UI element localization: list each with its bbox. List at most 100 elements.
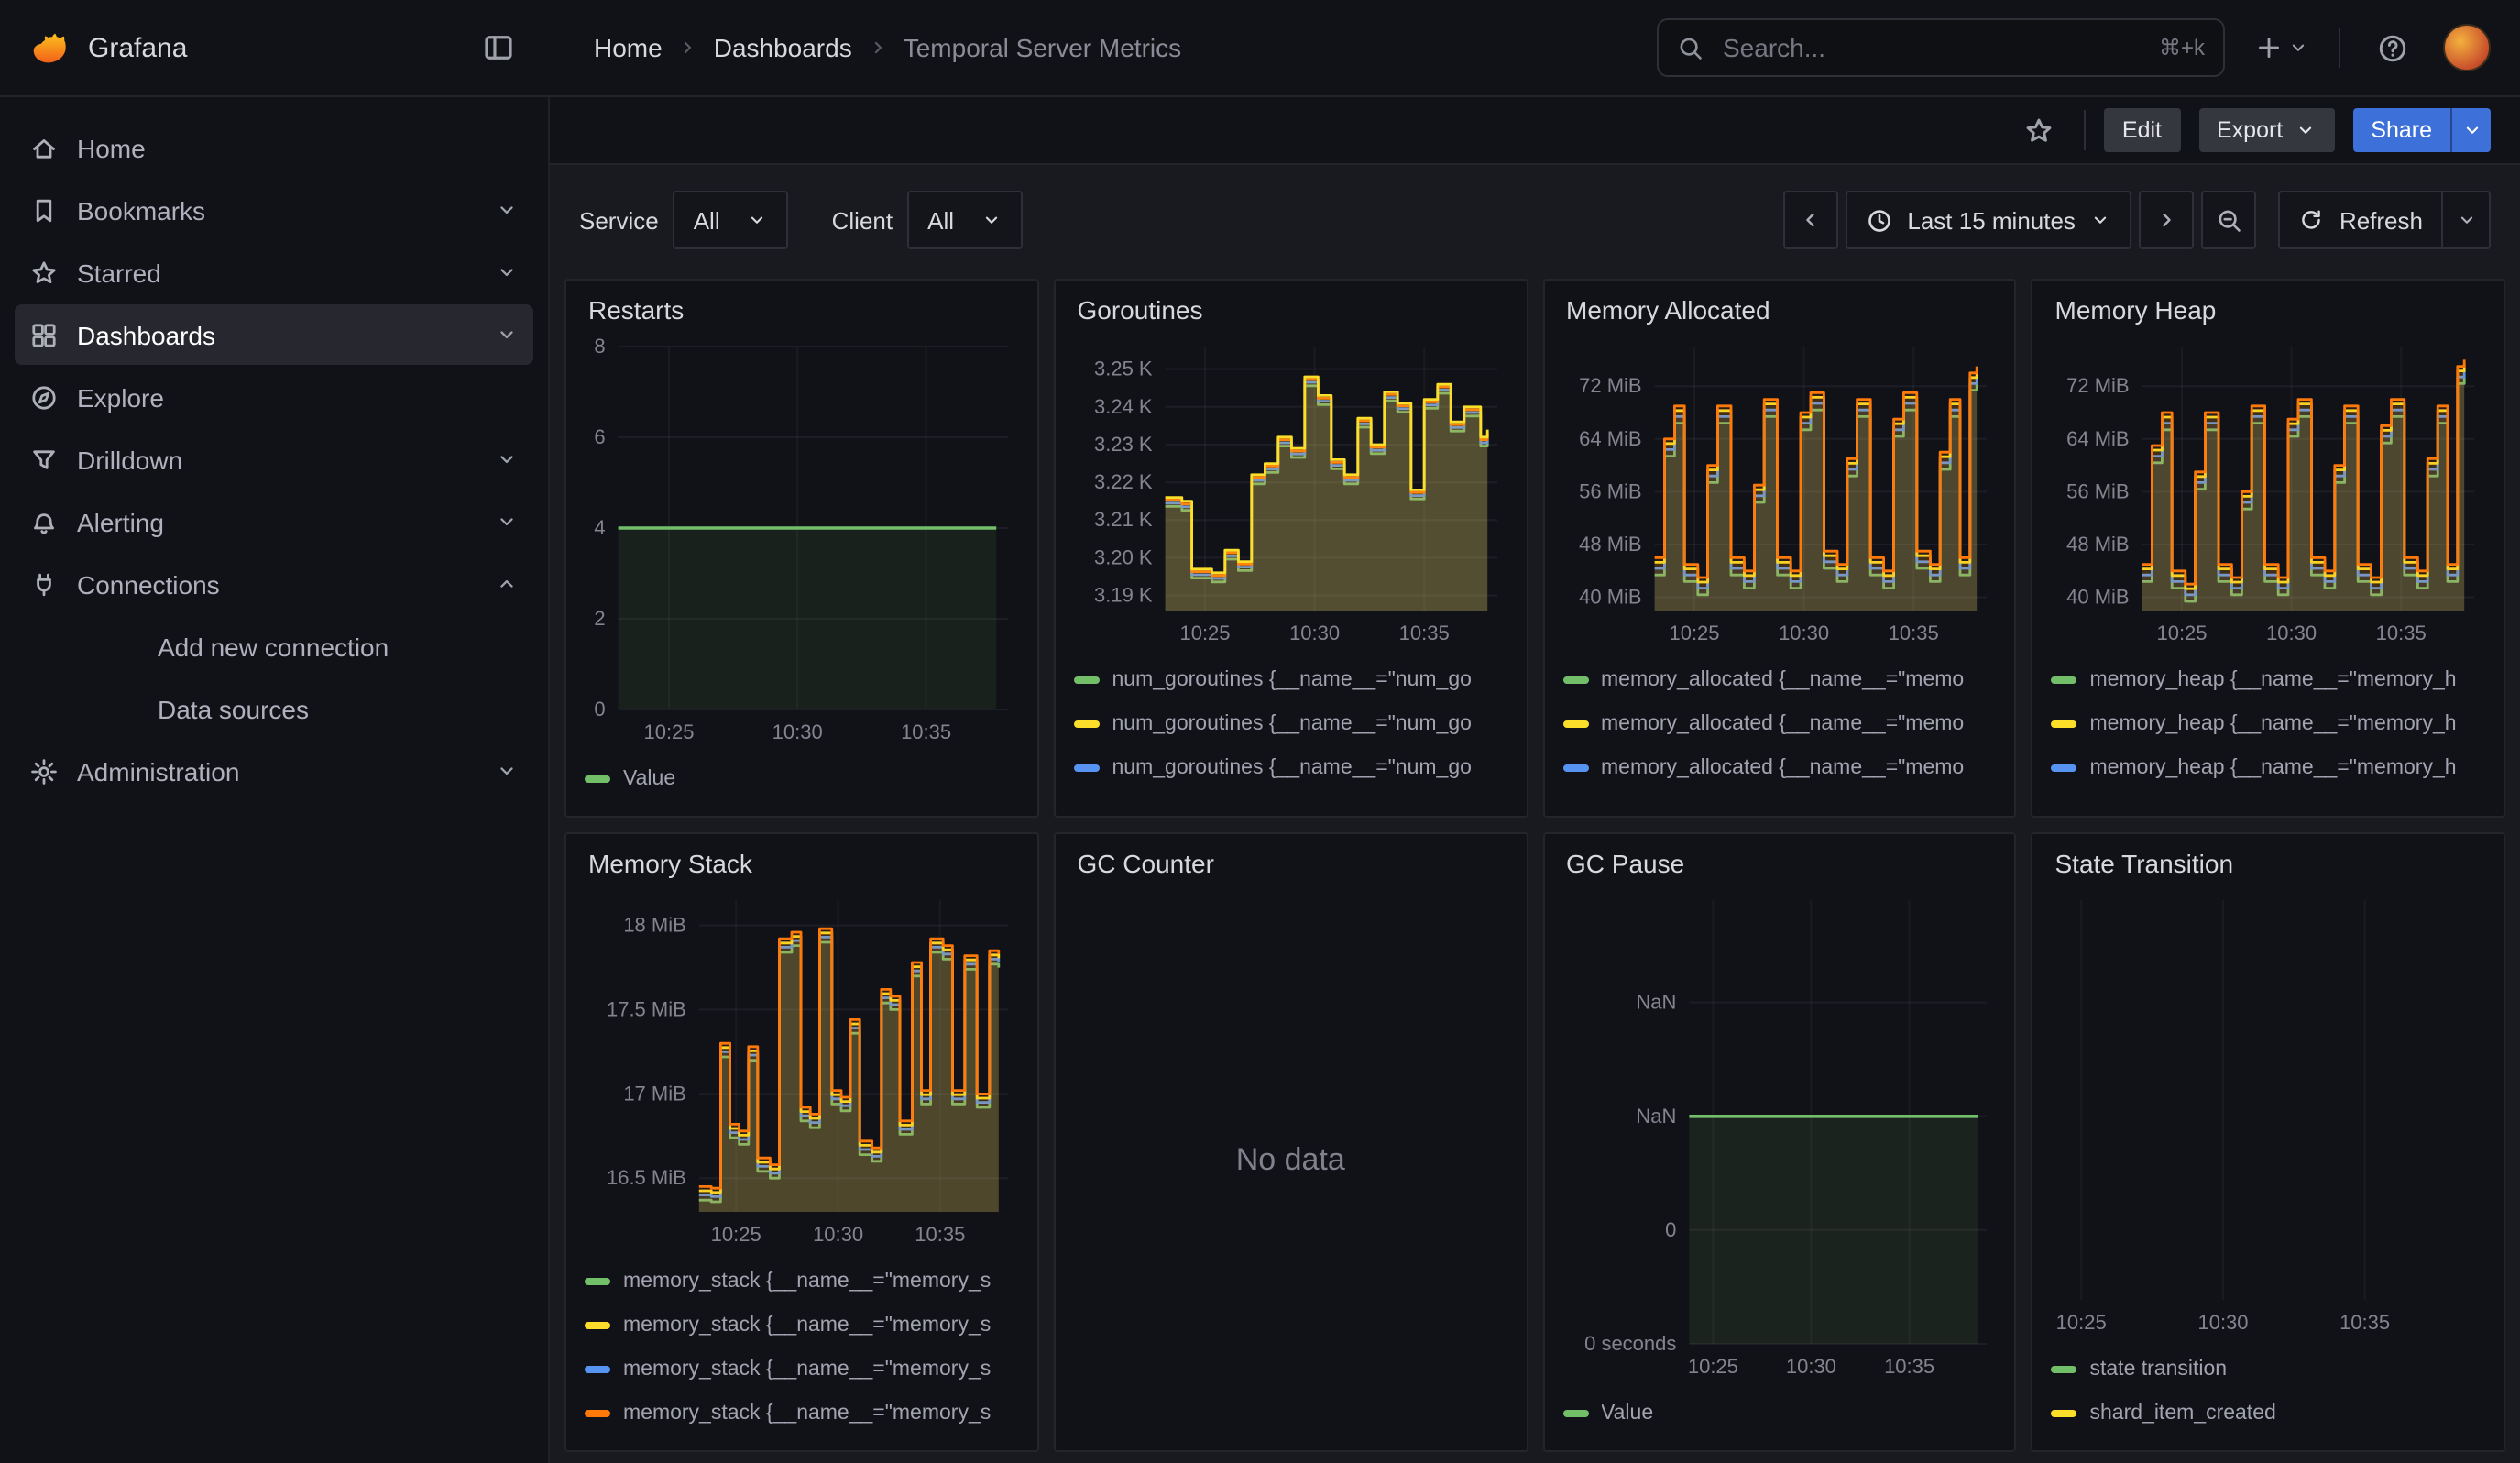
sidebar-item-alerting[interactable]: Alerting [15,491,533,552]
sidebar-item-data-sources[interactable]: Data sources [15,678,533,739]
search-field[interactable] [1719,31,2144,64]
svg-text:40 MiB: 40 MiB [2067,586,2130,609]
share-menu-button[interactable] [2450,108,2491,152]
legend-item[interactable]: memory_stack {__name__="memory_s [585,1392,1019,1436]
panel-title[interactable]: GC Counter [1078,849,1508,878]
sidebar-item-administration[interactable]: Administration [15,741,533,801]
time-forward-button[interactable] [2140,191,2195,249]
share-button[interactable]: Share [2352,108,2450,152]
star-icon[interactable] [2014,104,2065,156]
time-back-button[interactable] [1782,191,1837,249]
chevron-down-icon[interactable] [495,323,519,346]
export-button[interactable]: Export [2198,108,2334,152]
chevron-up-icon[interactable] [495,572,519,596]
breadcrumb-item[interactable]: Dashboards [714,33,852,62]
chevron-down-icon[interactable] [495,510,519,534]
legend-item[interactable]: state transition [2052,1348,2486,1392]
sidebar-item-drilldown[interactable]: Drilldown [15,429,533,490]
panel-title[interactable]: Memory Heap [2055,295,2486,324]
legend-item[interactable]: num_goroutines {__name__="num_go [1074,790,1508,801]
divider [2339,28,2340,68]
chart-canvas[interactable]: 10:2510:3010:35 [2052,886,2486,1340]
chart-canvas[interactable]: 16.5 MiB17 MiB17.5 MiB18 MiB10:2510:3010… [585,886,1019,1252]
brand-area: Grafana [0,22,550,73]
zoom-out-icon[interactable] [2202,191,2257,249]
sidebar-item-starred[interactable]: Starred [15,242,533,302]
svg-text:10:30: 10:30 [1289,622,1340,644]
legend-item[interactable]: memory_allocated {__name__="memo [1562,702,1997,746]
edit-button[interactable]: Edit [2104,108,2180,152]
help-icon[interactable] [2366,22,2417,73]
legend-item[interactable]: memory_heap {__name__="memory_h [2052,790,2486,801]
legend-item[interactable]: memory_heap {__name__="memory_h [2052,702,2486,746]
svg-text:10:25: 10:25 [1668,622,1718,644]
refresh-interval-button[interactable] [2443,191,2491,249]
time-range-picker[interactable]: Last 15 minutes [1845,191,2132,249]
chevron-down-icon[interactable] [495,198,519,222]
panel-title[interactable]: Memory Allocated [1566,295,1997,324]
chart-canvas[interactable]: 40 MiB48 MiB56 MiB64 MiB72 MiB10:2510:30… [1562,332,1997,651]
legend-item[interactable]: memory_allocated {__name__="memo [1562,790,1997,801]
sidebar-item-explore[interactable]: Explore [15,367,533,427]
sidebar-item-label: Add new connection [158,632,519,661]
chart-canvas[interactable]: 0 seconds0NaNNaN10:2510:3010:35 [1562,886,1997,1384]
legend-label: memory_heap {__name__="memory_h [2090,669,2457,691]
sidebar-item-bookmarks[interactable]: Bookmarks [15,180,533,240]
search-input[interactable]: ⌘+k [1657,18,2225,77]
legend-item[interactable]: num_goroutines {__name__="num_go [1074,746,1508,790]
svg-text:3.25 K: 3.25 K [1093,358,1152,380]
chart-canvas[interactable]: 0246810:2510:3010:35 [585,332,1019,750]
legend-swatch [585,776,610,783]
refresh-button[interactable]: Refresh [2279,191,2443,249]
drilldown-icon [29,445,59,474]
variable-value: All [694,206,720,234]
svg-text:17 MiB: 17 MiB [623,1082,685,1105]
svg-text:72 MiB: 72 MiB [1578,374,1640,397]
chart-canvas[interactable]: 3.19 K3.20 K3.21 K3.22 K3.23 K3.24 K3.25… [1074,332,1508,651]
clock-icon [1865,206,1892,234]
sidebar-item-connections[interactable]: Connections [15,554,533,614]
panel-title[interactable]: Goroutines [1078,295,1508,324]
variable-value-dropdown[interactable]: All [907,191,1022,249]
chevron-down-icon[interactable] [495,447,519,471]
sidebar-item-home[interactable]: Home [15,117,533,178]
legend-swatch [585,1410,610,1417]
legend-item[interactable]: memory_heap {__name__="memory_h [2052,746,2486,790]
panel-title[interactable]: State Transition [2055,849,2486,878]
legend-item[interactable]: Value [585,757,1019,801]
legend-item[interactable]: memory_heap {__name__="memory_h [2052,658,2486,702]
legend-item[interactable]: memory_stack {__name__="memory_s [585,1348,1019,1392]
legend-item[interactable]: Value [1562,1392,1997,1436]
breadcrumb: HomeDashboardsTemporal Server Metrics [550,33,1657,62]
grafana-app: Grafana HomeDashboardsTemporal Server Me… [0,0,2520,1463]
svg-text:10:30: 10:30 [2267,622,2317,644]
sidebar-toggle-icon[interactable] [473,22,524,73]
panel-gc-pause: GC Pause 0 seconds0NaNNaN10:2510:3010:35 V… [1542,832,2017,1452]
sidebar-item-dashboards[interactable]: Dashboards [15,304,533,365]
legend-item[interactable]: memory_allocated {__name__="memo [1562,746,1997,790]
breadcrumb-item[interactable]: Home [594,33,663,62]
gear-icon [29,756,59,786]
panel-title[interactable]: Memory Stack [588,849,1019,878]
chevron-down-icon [746,209,768,231]
chevron-down-icon[interactable] [495,759,519,783]
divider [2084,110,2086,150]
legend-item[interactable]: memory_allocated {__name__="memo [1562,658,1997,702]
panel-title[interactable]: Restarts [588,295,1019,324]
sidebar-item-label: Home [77,133,519,162]
chevron-down-icon[interactable] [495,260,519,284]
sidebar-item-label: Starred [77,258,477,287]
legend-item[interactable]: memory_stack {__name__="memory_s [585,1260,1019,1304]
svg-text:10:25: 10:25 [643,720,694,743]
sidebar-item-add-new-connection[interactable]: Add new connection [15,616,533,676]
grafana-logo[interactable] [29,28,70,68]
avatar[interactable] [2443,24,2491,72]
add-button[interactable] [2251,29,2313,66]
legend-item[interactable]: shard_item_created [2052,1392,2486,1436]
chart-canvas[interactable]: 40 MiB48 MiB56 MiB64 MiB72 MiB10:2510:30… [2052,332,2486,651]
panel-title[interactable]: GC Pause [1566,849,1997,878]
legend-item[interactable]: memory_stack {__name__="memory_s [585,1304,1019,1348]
variable-value-dropdown[interactable]: All [674,191,788,249]
legend-item[interactable]: num_goroutines {__name__="num_go [1074,702,1508,746]
legend-item[interactable]: num_goroutines {__name__="num_go [1074,658,1508,702]
